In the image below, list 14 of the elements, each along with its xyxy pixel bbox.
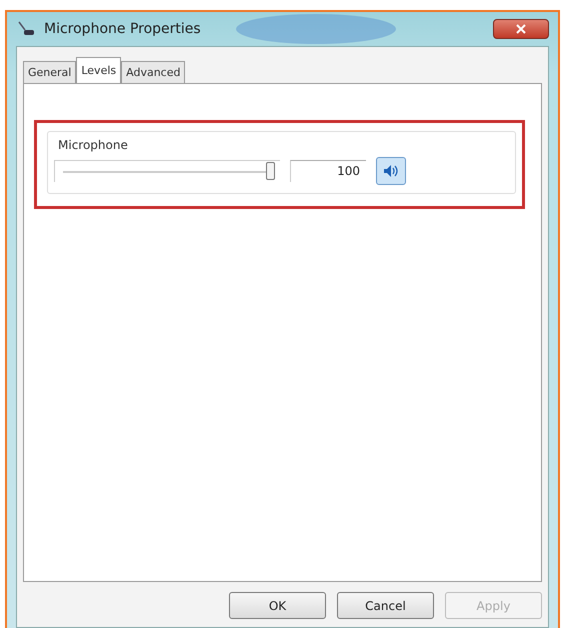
slider-thumb[interactable]	[266, 162, 275, 180]
close-button[interactable]	[493, 19, 549, 39]
speaker-icon	[383, 164, 399, 178]
dialog-button[interactable]: Cancel	[337, 592, 434, 619]
tab[interactable]: Levels	[76, 57, 122, 83]
volume-slider[interactable]	[54, 160, 280, 182]
tab[interactable]: General	[23, 61, 76, 83]
window-title: Microphone Properties	[44, 21, 201, 37]
group-title: Microphone	[58, 138, 128, 152]
dialog-button[interactable]: OK	[229, 592, 326, 619]
close-icon	[516, 24, 526, 34]
level-field[interactable]: 100	[290, 160, 366, 182]
tab[interactable]: Advanced	[121, 61, 186, 83]
mute-button[interactable]	[376, 157, 406, 185]
